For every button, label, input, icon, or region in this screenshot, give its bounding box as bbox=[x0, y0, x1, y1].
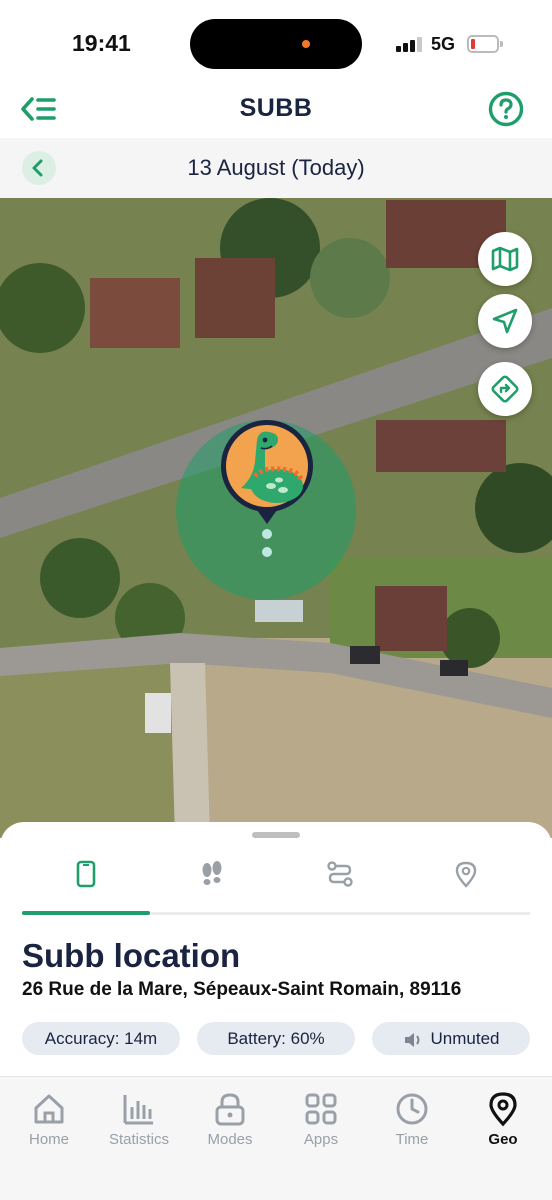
satellite-map[interactable] bbox=[0, 198, 552, 838]
map-icon bbox=[491, 246, 519, 272]
tab-route[interactable] bbox=[320, 854, 360, 894]
dynamic-island bbox=[190, 19, 362, 69]
network-type: 5G bbox=[431, 34, 456, 54]
battery-text: Battery: 60% bbox=[227, 1029, 325, 1048]
directions-icon bbox=[491, 375, 519, 403]
nav-geo[interactable]: Geo bbox=[458, 1091, 548, 1161]
nav-home[interactable]: Home bbox=[4, 1091, 94, 1161]
battery-chip: Battery: 60% bbox=[197, 1022, 355, 1055]
center-location-button[interactable] bbox=[478, 294, 532, 348]
route-icon bbox=[327, 861, 353, 887]
status-bar: 19:41 5G bbox=[0, 0, 552, 90]
signal-icon bbox=[396, 36, 426, 52]
tab-places[interactable] bbox=[446, 854, 486, 894]
nav-modes[interactable]: Modes bbox=[185, 1091, 275, 1161]
home-icon bbox=[34, 1094, 64, 1124]
date-bar: 13 August (Today) bbox=[0, 138, 552, 198]
pin-icon bbox=[455, 861, 477, 888]
footsteps-icon bbox=[202, 861, 222, 885]
battery-icon bbox=[467, 35, 499, 53]
lock-icon bbox=[215, 1093, 245, 1126]
recording-indicator-icon bbox=[302, 40, 310, 48]
accuracy-text: Accuracy: 14m bbox=[44, 1029, 158, 1048]
bottom-navigation: Home Statistics Modes Apps Time Geo bbox=[0, 1076, 552, 1200]
statistics-icon bbox=[123, 1095, 153, 1125]
clock-icon bbox=[396, 1093, 428, 1125]
battery-tip bbox=[500, 41, 503, 47]
phone-icon bbox=[76, 860, 96, 888]
map-type-button[interactable] bbox=[478, 232, 532, 286]
apps-grid-icon bbox=[305, 1093, 337, 1125]
nav-apps[interactable]: Apps bbox=[276, 1091, 366, 1161]
navigate-arrow-icon bbox=[492, 308, 518, 334]
accuracy-chip: Accuracy: 14m bbox=[22, 1022, 180, 1055]
status-time: 19:41 bbox=[72, 30, 131, 56]
nav-home-label: Home bbox=[28, 1131, 69, 1148]
active-tab-indicator bbox=[22, 911, 150, 915]
nav-statistics-label: Statistics bbox=[108, 1131, 169, 1148]
tab-steps[interactable] bbox=[192, 854, 232, 894]
child-location-marker[interactable] bbox=[217, 418, 317, 568]
tab-device[interactable] bbox=[66, 854, 106, 894]
sound-chip: Unmuted bbox=[372, 1022, 530, 1055]
app-header: SUBB bbox=[0, 84, 552, 136]
directions-button[interactable] bbox=[478, 362, 532, 416]
location-title: Subb location bbox=[22, 937, 241, 974]
help-icon[interactable] bbox=[488, 91, 524, 127]
nav-time-label: Time bbox=[395, 1131, 429, 1148]
sheet-handle[interactable] bbox=[252, 832, 300, 838]
nav-statistics[interactable]: Statistics bbox=[94, 1091, 184, 1161]
date-label: 13 August (Today) bbox=[187, 155, 365, 180]
nav-modes-label: Modes bbox=[207, 1131, 253, 1148]
geo-pin-icon bbox=[489, 1092, 517, 1127]
speaker-icon bbox=[404, 1032, 419, 1047]
nav-geo-label: Geo bbox=[488, 1131, 518, 1148]
location-sheet: Subb location 26 Rue de la Mare, Sépeaux… bbox=[0, 822, 552, 1076]
location-address: 26 Rue de la Mare, Sépeaux-Saint Romain,… bbox=[22, 979, 462, 1000]
nav-apps-label: Apps bbox=[303, 1131, 339, 1148]
sound-text: Unmuted bbox=[430, 1029, 500, 1048]
page-title: SUBB bbox=[239, 94, 313, 122]
nav-time[interactable]: Time bbox=[367, 1091, 457, 1161]
